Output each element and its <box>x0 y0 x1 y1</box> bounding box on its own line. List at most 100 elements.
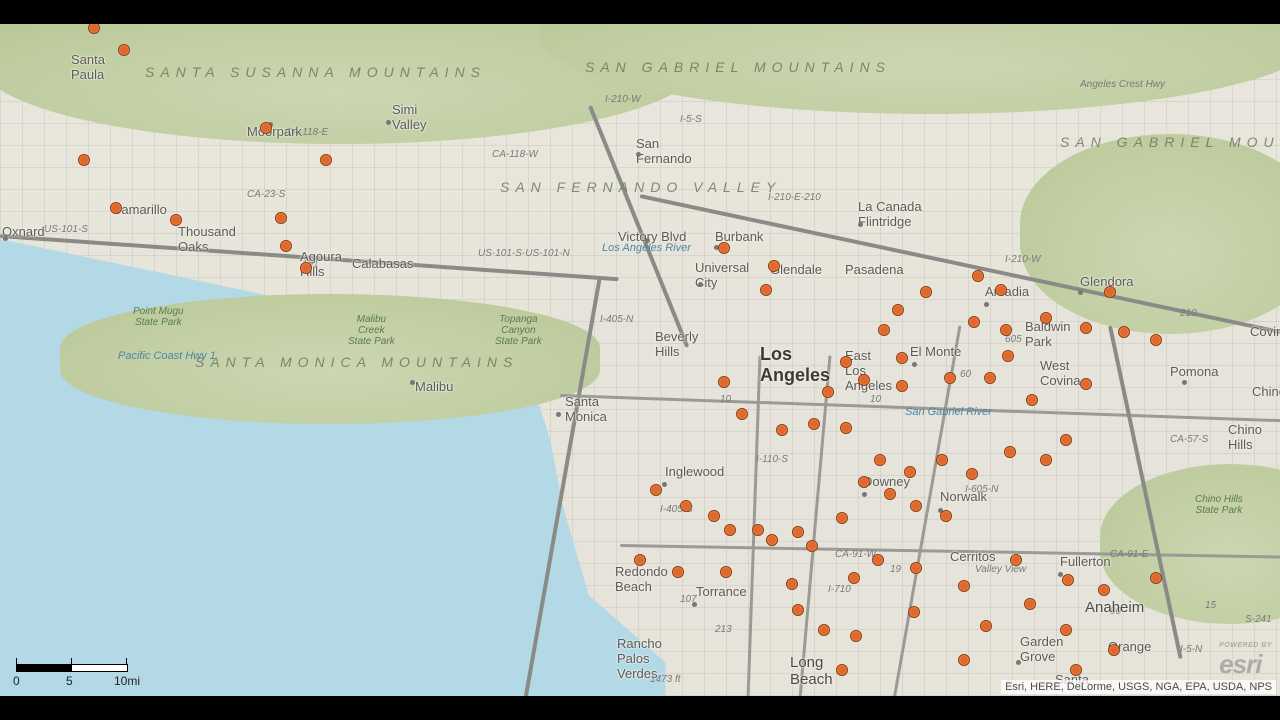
poi-marker[interactable] <box>1002 350 1014 362</box>
city-label: SimiValley <box>392 102 426 132</box>
poi-marker[interactable] <box>995 284 1007 296</box>
poi-marker[interactable] <box>650 484 662 496</box>
poi-marker[interactable] <box>958 580 970 592</box>
poi-marker[interactable] <box>884 488 896 500</box>
poi-marker[interactable] <box>792 604 804 616</box>
poi-marker[interactable] <box>1024 598 1036 610</box>
poi-marker[interactable] <box>904 466 916 478</box>
city-label: SantaMonica <box>565 394 607 424</box>
poi-marker[interactable] <box>680 500 692 512</box>
esri-logo: POWERED BY esri <box>1219 646 1272 680</box>
esri-logo-tagline: POWERED BY <box>1219 642 1272 649</box>
poi-marker[interactable] <box>910 500 922 512</box>
poi-marker[interactable] <box>936 454 948 466</box>
city-label: Covina <box>1250 324 1280 339</box>
poi-marker[interactable] <box>980 620 992 632</box>
poi-marker[interactable] <box>910 562 922 574</box>
poi-marker[interactable] <box>724 524 736 536</box>
poi-marker[interactable] <box>858 476 870 488</box>
poi-marker[interactable] <box>818 624 830 636</box>
poi-marker[interactable] <box>1080 322 1092 334</box>
city-label: Downey <box>863 474 910 489</box>
poi-marker[interactable] <box>1060 624 1072 636</box>
city-label: El Monte <box>910 344 961 359</box>
poi-marker[interactable] <box>1150 572 1162 584</box>
highway-label: I-210-W <box>605 94 641 105</box>
poi-marker[interactable] <box>752 524 764 536</box>
city-label: UniversalCity <box>695 260 749 290</box>
region-label: SAN GABRIEL MOUNTAINS <box>1060 134 1280 150</box>
poi-marker[interactable] <box>320 154 332 166</box>
poi-marker[interactable] <box>260 122 272 134</box>
poi-marker[interactable] <box>718 376 730 388</box>
city-label: Chino <box>1252 384 1280 399</box>
poi-marker[interactable] <box>1070 664 1082 676</box>
poi-marker[interactable] <box>792 526 804 538</box>
poi-marker[interactable] <box>110 202 122 214</box>
highway-label: CA-118-W <box>492 149 538 160</box>
poi-marker[interactable] <box>850 630 862 642</box>
poi-marker[interactable] <box>836 512 848 524</box>
poi-marker[interactable] <box>768 260 780 272</box>
city-dot-icon <box>912 362 917 367</box>
poi-marker[interactable] <box>858 374 870 386</box>
city-label: RanchoPalosVerdes <box>617 636 662 681</box>
map-viewport[interactable]: SANTA SUSANNA MOUNTAINSSAN GABRIEL MOUNT… <box>0 24 1280 696</box>
poi-marker[interactable] <box>1000 324 1012 336</box>
poi-marker[interactable] <box>892 304 904 316</box>
poi-marker[interactable] <box>275 212 287 224</box>
poi-marker[interactable] <box>1040 454 1052 466</box>
poi-marker[interactable] <box>920 286 932 298</box>
park-label: Chino HillsState Park <box>1195 494 1243 516</box>
poi-marker[interactable] <box>786 578 798 590</box>
poi-marker[interactable] <box>1098 584 1110 596</box>
poi-marker[interactable] <box>718 242 730 254</box>
poi-marker[interactable] <box>848 572 860 584</box>
poi-marker[interactable] <box>1062 574 1074 586</box>
poi-marker[interactable] <box>872 554 884 566</box>
poi-marker[interactable] <box>760 284 772 296</box>
poi-marker[interactable] <box>280 240 292 252</box>
poi-marker[interactable] <box>896 352 908 364</box>
poi-marker[interactable] <box>968 316 980 328</box>
poi-marker[interactable] <box>840 422 852 434</box>
poi-marker[interactable] <box>984 372 996 384</box>
poi-marker[interactable] <box>840 356 852 368</box>
poi-marker[interactable] <box>874 454 886 466</box>
poi-marker[interactable] <box>878 324 890 336</box>
poi-marker[interactable] <box>78 154 90 166</box>
poi-marker[interactable] <box>1004 446 1016 458</box>
poi-marker[interactable] <box>836 664 848 676</box>
poi-marker[interactable] <box>944 372 956 384</box>
poi-marker[interactable] <box>672 566 684 578</box>
poi-marker[interactable] <box>896 380 908 392</box>
poi-marker[interactable] <box>1040 312 1052 324</box>
poi-marker[interactable] <box>736 408 748 420</box>
poi-marker[interactable] <box>720 566 732 578</box>
poi-marker[interactable] <box>908 606 920 618</box>
poi-marker[interactable] <box>966 468 978 480</box>
poi-marker[interactable] <box>708 510 720 522</box>
poi-marker[interactable] <box>1010 554 1022 566</box>
poi-marker[interactable] <box>1060 434 1072 446</box>
poi-marker[interactable] <box>776 424 788 436</box>
poi-marker[interactable] <box>1118 326 1130 338</box>
poi-marker[interactable] <box>766 534 778 546</box>
poi-marker[interactable] <box>958 654 970 666</box>
poi-marker[interactable] <box>806 540 818 552</box>
park-label: TopangaCanyonState Park <box>495 314 542 347</box>
poi-marker[interactable] <box>1026 394 1038 406</box>
poi-marker[interactable] <box>1108 644 1120 656</box>
poi-marker[interactable] <box>170 214 182 226</box>
highway-label: 213 <box>715 624 732 635</box>
poi-marker[interactable] <box>808 418 820 430</box>
poi-marker[interactable] <box>822 386 834 398</box>
poi-marker[interactable] <box>1150 334 1162 346</box>
poi-marker[interactable] <box>1080 378 1092 390</box>
poi-marker[interactable] <box>940 510 952 522</box>
poi-marker[interactable] <box>972 270 984 282</box>
poi-marker[interactable] <box>1104 286 1116 298</box>
poi-marker[interactable] <box>118 44 130 56</box>
poi-marker[interactable] <box>300 262 312 274</box>
poi-marker[interactable] <box>634 554 646 566</box>
